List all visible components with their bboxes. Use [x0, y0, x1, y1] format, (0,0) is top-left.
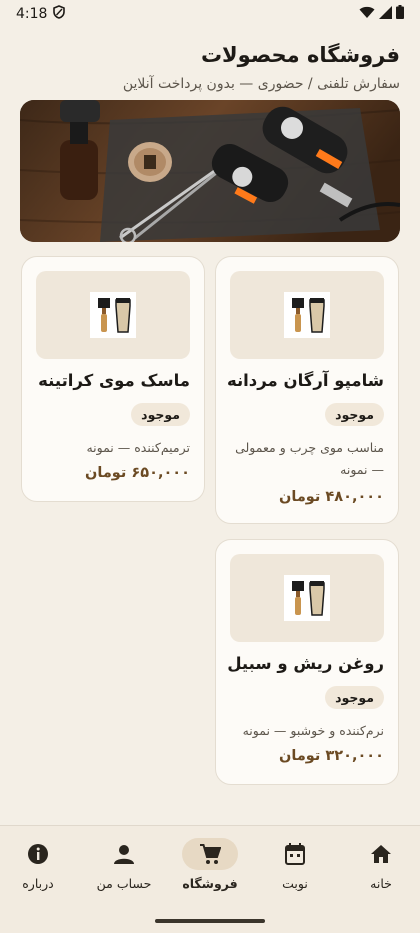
info-icon — [10, 838, 66, 870]
nav-label-shop: فروشگاه — [182, 876, 238, 891]
product-image — [230, 554, 384, 642]
page-subtitle: سفارش تلفنی / حضوری — بدون پرداخت آنلاین — [122, 76, 400, 92]
product-name: روغن ریش و سبیل — [227, 654, 384, 673]
hero-banner-image — [20, 100, 400, 242]
barber-tools-illustration — [20, 100, 400, 242]
product-card[interactable]: روغن ریش و سبیل موجود نرم‌کننده و خوشبو … — [215, 539, 399, 785]
product-description: نرم‌کننده و خوشبو — نمونه — [242, 723, 384, 738]
product-description: مناسب موی چرب و معمولی — نمونه — [235, 440, 384, 477]
barber-product-icon — [90, 292, 136, 338]
product-card[interactable]: شامپو آرگان مردانه موجود مناسب موی چرب و… — [215, 256, 399, 524]
home-icon — [353, 838, 409, 870]
barber-product-icon — [284, 292, 330, 338]
stock-badge: موجود — [131, 403, 190, 426]
wifi-icon — [359, 6, 375, 23]
product-name: ماسک موی کراتینه — [38, 371, 190, 390]
person-icon — [96, 838, 152, 870]
nav-item-home[interactable]: خانه — [339, 838, 420, 892]
nav-item-appointment[interactable]: نوبت — [253, 838, 337, 892]
battery-icon — [396, 5, 404, 23]
product-image — [36, 271, 190, 359]
barber-product-icon — [284, 575, 330, 621]
nav-item-shop[interactable]: فروشگاه — [168, 838, 252, 892]
gesture-home-indicator[interactable] — [155, 919, 265, 923]
product-description: ترمیم‌کننده — نمونه — [86, 440, 190, 455]
page-title: فروشگاه محصولات — [200, 43, 400, 67]
nav-label-about: درباره — [22, 876, 54, 891]
nav-label-account: حساب من — [96, 876, 152, 891]
product-price: ۳۲۰,۰۰۰ تومان — [279, 748, 384, 764]
status-bar: 4:18 — [0, 0, 420, 28]
nav-label-appointment: نوبت — [282, 876, 308, 891]
page-header: فروشگاه محصولات سفارش تلفنی / حضوری — بد… — [20, 40, 400, 94]
product-name: شامپو آرگان مردانه — [226, 371, 384, 390]
product-card[interactable]: ماسک موی کراتینه موجود ترمیم‌کننده — نمو… — [21, 256, 205, 502]
status-time: 4:18 — [16, 6, 48, 22]
nav-label-home: خانه — [370, 876, 392, 891]
shield-icon — [53, 5, 66, 23]
product-price: ۴۸۰,۰۰۰ تومان — [279, 489, 384, 505]
nav-item-account[interactable]: حساب من — [82, 838, 166, 892]
shopping-cart-icon — [182, 838, 238, 870]
bottom-navigation: خانه نوبت فروشگاه حساب من درباره — [0, 825, 420, 933]
calendar-icon — [267, 838, 323, 870]
signal-icon — [379, 5, 392, 23]
product-price: ۶۵۰,۰۰۰ تومان — [85, 465, 190, 481]
stock-badge: موجود — [325, 403, 384, 426]
stock-badge: موجود — [325, 686, 384, 709]
status-right — [359, 5, 404, 23]
product-image — [230, 271, 384, 359]
nav-item-about[interactable]: درباره — [0, 838, 80, 892]
status-left: 4:18 — [16, 5, 66, 23]
